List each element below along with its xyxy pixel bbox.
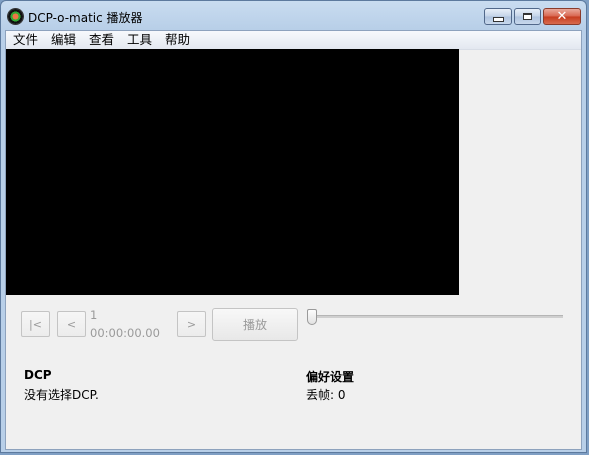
main-window: DCP-o-matic 播放器 ✕ 文件 编辑 查看 工具 帮助 |< < 1 … bbox=[0, 0, 587, 453]
menu-edit[interactable]: 编辑 bbox=[51, 32, 76, 48]
close-icon: ✕ bbox=[556, 9, 568, 24]
title-bar[interactable]: DCP-o-matic 播放器 ✕ bbox=[1, 1, 586, 31]
window-title: DCP-o-matic 播放器 bbox=[28, 11, 143, 25]
preferences-heading: 偏好设置 bbox=[306, 370, 355, 384]
step-forward-button[interactable]: > bbox=[177, 311, 206, 337]
video-viewer[interactable] bbox=[6, 49, 459, 295]
menu-help[interactable]: 帮助 bbox=[165, 32, 190, 48]
maximize-icon bbox=[523, 13, 532, 20]
timecode-display: 00:00:00.00 bbox=[90, 326, 160, 340]
frame-number: 1 bbox=[90, 308, 98, 322]
app-icon[interactable] bbox=[8, 9, 23, 24]
position-slider-thumb[interactable] bbox=[307, 309, 317, 325]
dropped-frames: 丢帧: 0 bbox=[306, 388, 346, 402]
position-slider-track[interactable] bbox=[311, 315, 563, 318]
menu-tools[interactable]: 工具 bbox=[127, 32, 152, 48]
go-to-start-button[interactable]: |< bbox=[21, 311, 50, 337]
play-button[interactable]: 播放 bbox=[212, 308, 298, 341]
step-back-button[interactable]: < bbox=[57, 311, 86, 337]
menu-view[interactable]: 查看 bbox=[89, 32, 114, 48]
maximize-button[interactable] bbox=[514, 8, 541, 25]
dcp-status: 没有选择DCP. bbox=[24, 388, 99, 402]
menu-file[interactable]: 文件 bbox=[13, 32, 38, 48]
dcp-heading: DCP bbox=[24, 368, 52, 382]
minimize-button[interactable] bbox=[484, 8, 512, 25]
menu-bar: 文件 编辑 查看 工具 帮助 bbox=[6, 31, 581, 50]
client-area: 文件 编辑 查看 工具 帮助 |< < 1 00:00:00.00 > 播放 D… bbox=[5, 30, 582, 450]
minimize-icon bbox=[492, 17, 504, 22]
close-button[interactable]: ✕ bbox=[543, 8, 581, 25]
